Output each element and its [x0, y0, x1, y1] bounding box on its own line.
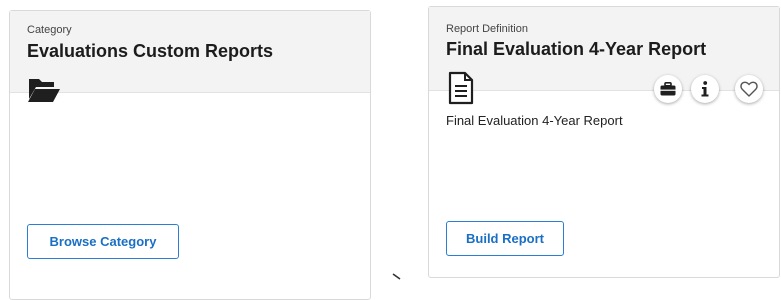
- favorite-button[interactable]: [735, 75, 763, 103]
- category-card: Category Evaluations Custom Reports Brow…: [9, 10, 371, 300]
- info-button[interactable]: [691, 75, 719, 103]
- build-report-button[interactable]: Build Report: [446, 221, 564, 256]
- browse-category-button[interactable]: Browse Category: [27, 224, 179, 259]
- info-icon: [701, 81, 709, 97]
- report-card-header: Report Definition Final Evaluation 4-Yea…: [429, 7, 779, 105]
- card-kicker: Report Definition: [446, 23, 528, 35]
- document-icon: [448, 71, 474, 105]
- briefcase-icon: [660, 82, 676, 96]
- card-title: Evaluations Custom Reports: [27, 41, 274, 61]
- card-kicker: Category: [27, 24, 72, 36]
- briefcase-button[interactable]: [654, 75, 682, 103]
- heart-icon: [740, 81, 758, 97]
- folder-open-icon: [27, 75, 61, 105]
- chevron-right-icon: [392, 269, 402, 280]
- card-title: Final Evaluation 4-Year Report: [446, 39, 707, 59]
- category-card-header: Category Evaluations Custom Reports: [10, 11, 370, 102]
- report-description: Final Evaluation 4-Year Report: [446, 113, 623, 128]
- report-card: Report Definition Final Evaluation 4-Yea…: [428, 6, 780, 278]
